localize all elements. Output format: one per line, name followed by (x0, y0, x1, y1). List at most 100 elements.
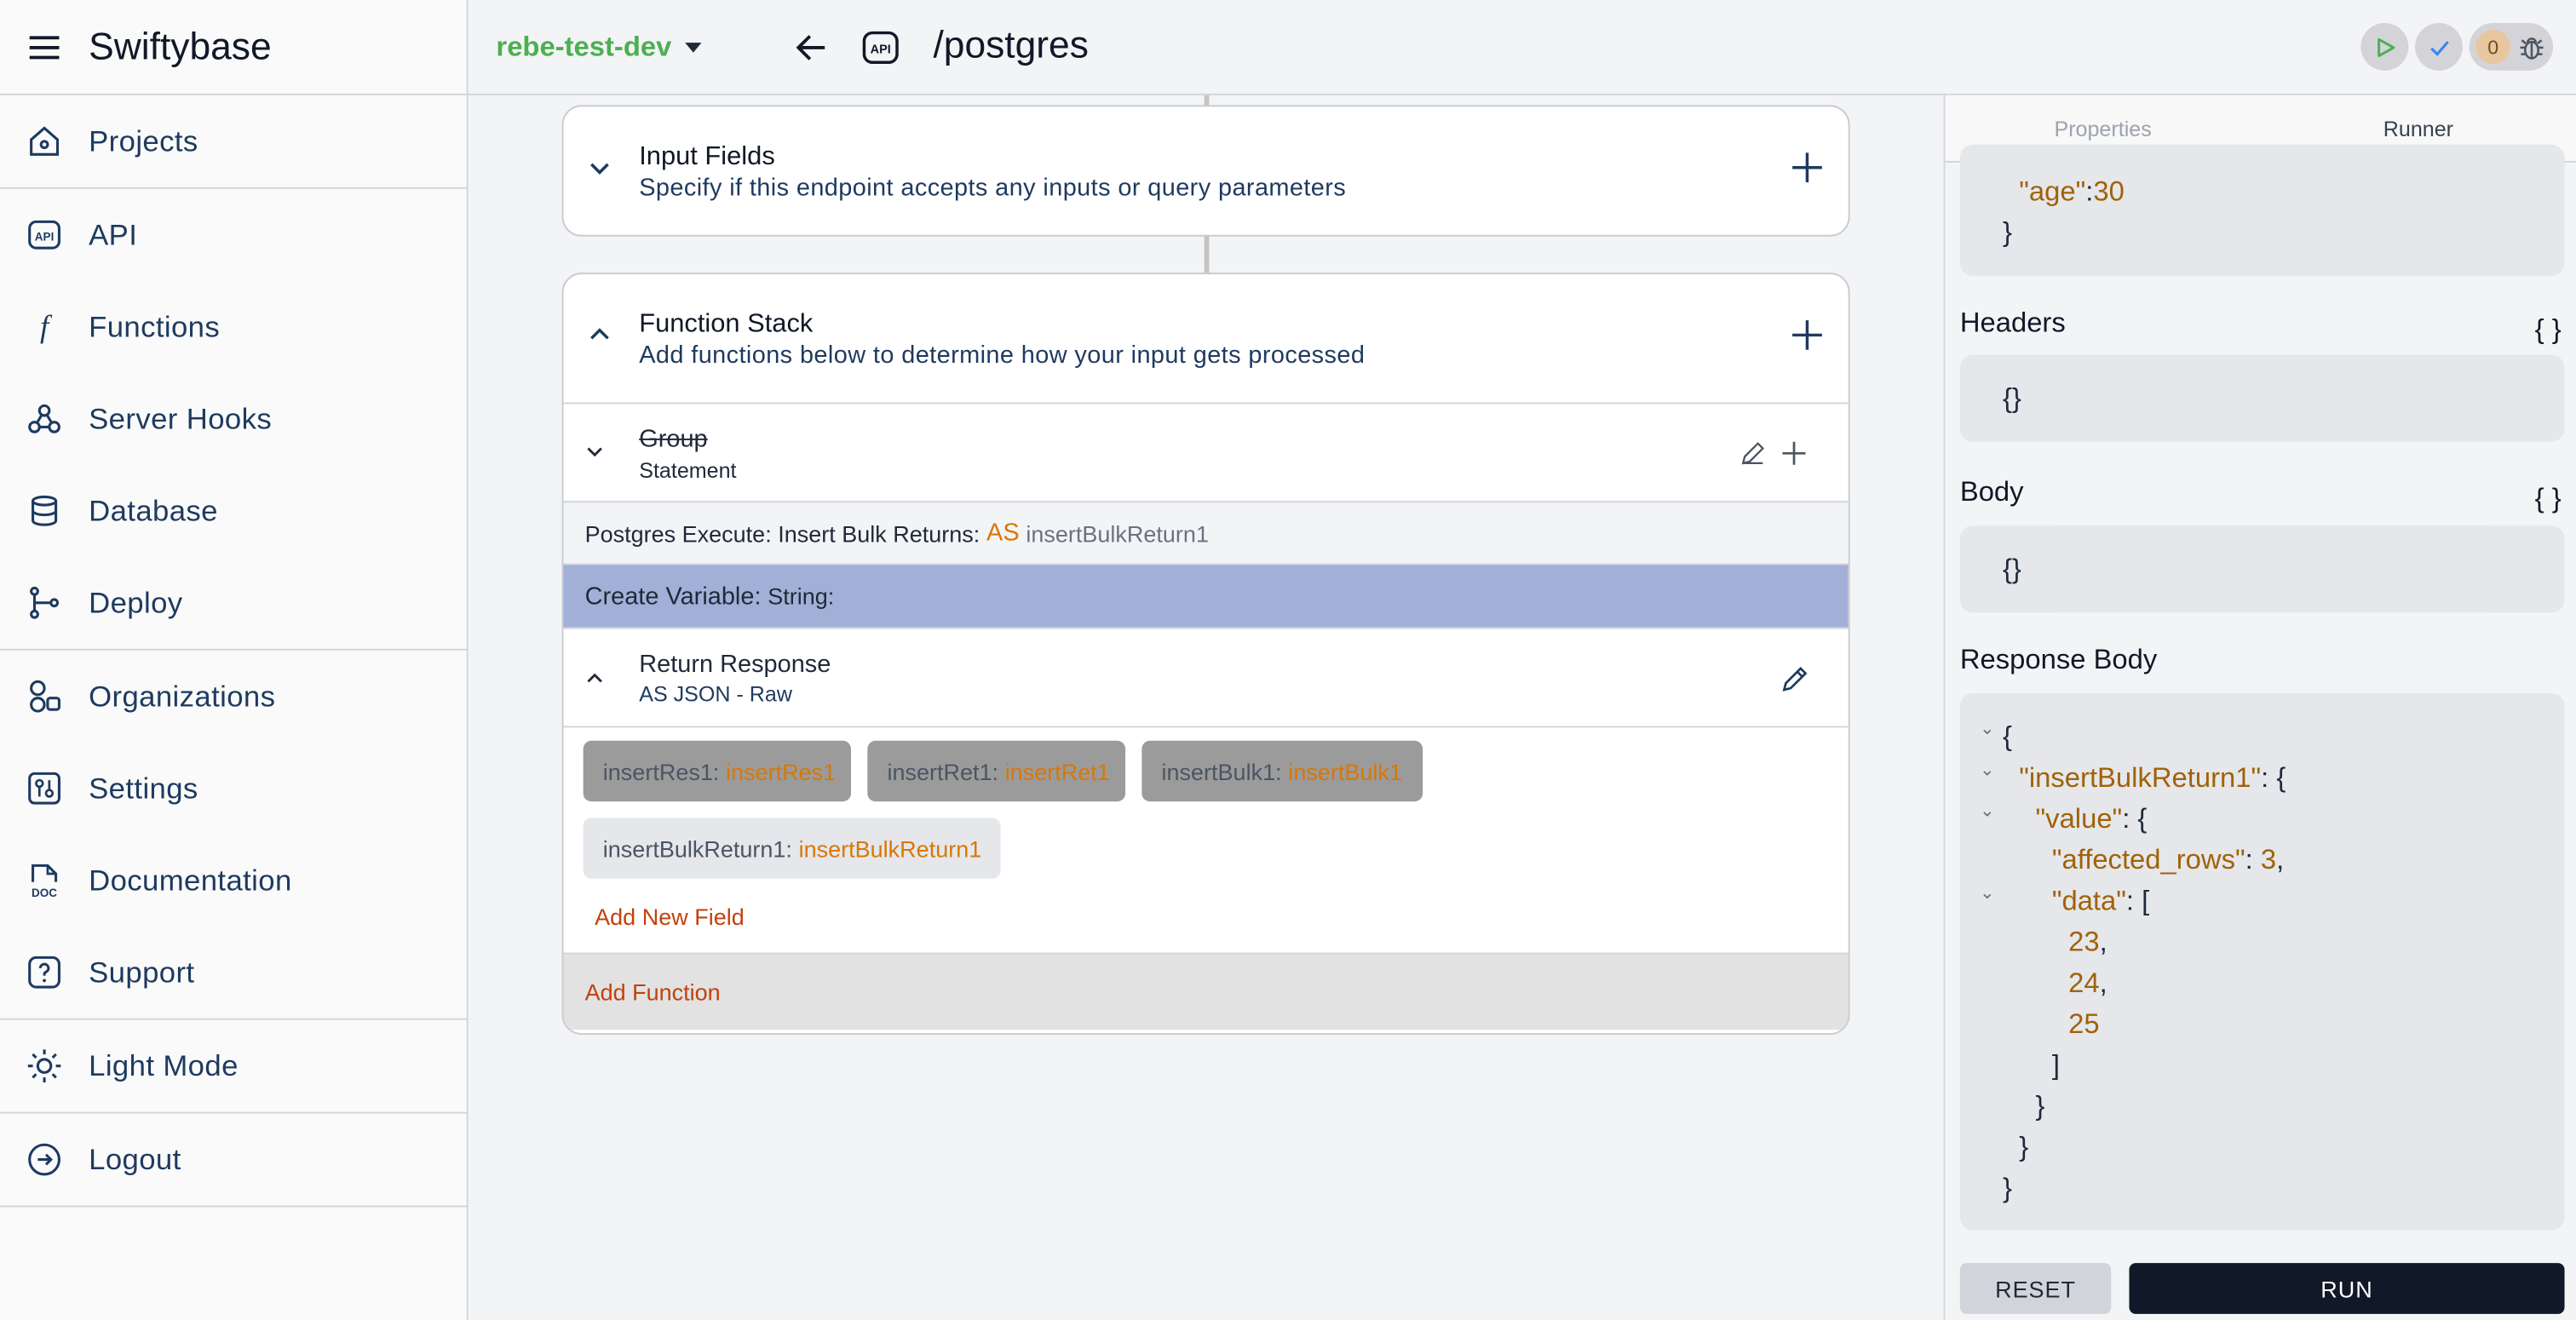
nav-group-account: Organizations Settings DOC Documentation… (0, 651, 467, 1020)
json-value: 30 (2093, 175, 2125, 208)
sidebar-item-support[interactable]: Support (0, 927, 467, 1019)
add-new-field-link[interactable]: Add New Field (595, 904, 745, 930)
chevron-down-icon[interactable] (584, 440, 607, 463)
sidebar-item-label: Support (89, 955, 195, 989)
sidebar-item-logout[interactable]: Logout (0, 1114, 467, 1206)
chevron-up-icon[interactable] (584, 667, 607, 690)
headers-input[interactable]: {} (1959, 354, 2565, 442)
sidebar-item-settings[interactable]: Settings (0, 743, 467, 835)
json-brace: } (2019, 1131, 2029, 1163)
field-key: insertRes1: (602, 758, 720, 784)
input-json-line: "age":30 (2019, 175, 2125, 208)
collapse-toggle-icon[interactable]: ⌄ (1980, 759, 1995, 780)
headers-format-toggle[interactable]: { } (2535, 313, 2562, 347)
pencil-icon[interactable] (1739, 440, 1766, 467)
organizations-icon (30, 680, 60, 713)
response-field-chip[interactable]: insertRet1: insertRet1 (867, 740, 1126, 802)
sidebar-item-label: Database (89, 493, 218, 527)
field-value: insertRes1 (726, 758, 837, 784)
help-icon (28, 956, 60, 989)
body-format-toggle[interactable]: { } (2535, 483, 2562, 516)
json-array-item: 23, (2068, 926, 2107, 958)
chevron-down-icon[interactable] (587, 154, 613, 181)
card-title: Input Fields (639, 142, 775, 171)
svg-text:API: API (871, 43, 891, 57)
postgres-execute-row[interactable]: Postgres Execute: Insert Bulk Returns: A… (563, 501, 1849, 564)
reset-button[interactable]: RESET (1959, 1263, 2112, 1314)
collapse-toggle-icon[interactable]: ⌄ (1980, 718, 1995, 739)
sidebar-item-api[interactable]: API API (0, 189, 467, 281)
project-selector[interactable]: rebe-test-dev (496, 32, 702, 65)
response-body-title: Response Body (1959, 644, 2158, 675)
debug-button[interactable]: 0 (2469, 23, 2554, 71)
function-stack-card: Function Stack Add functions below to de… (561, 273, 1850, 1036)
run-request-button[interactable]: RUN (2129, 1263, 2565, 1314)
sidebar-item-functions[interactable]: f Functions (0, 281, 467, 373)
input-fields-header[interactable]: Input Fields Specify if this endpoint ac… (564, 106, 1849, 234)
add-input-plus-icon[interactable] (1789, 150, 1825, 186)
bug-icon (2520, 37, 2544, 59)
sidebar-item-label: Documentation (89, 863, 292, 897)
function-label: Create Variable: (584, 582, 762, 611)
json-line: "affected_rows": 3, (2051, 844, 2285, 875)
json-brace: } (2002, 216, 2012, 249)
run-button[interactable] (2360, 23, 2409, 71)
json-key: "affected_rows" (2051, 844, 2245, 875)
response-field-chip[interactable]: insertBulk1: insertBulk1 (1141, 740, 1423, 802)
sidebar: Swiftybase Projects API API f Functions … (0, 0, 469, 1320)
collapse-toggle-icon[interactable]: ⌄ (1980, 800, 1995, 821)
sidebar-item-label: Light Mode (89, 1048, 239, 1082)
json-brace: { (2002, 720, 2012, 753)
sidebar-item-deploy[interactable]: Deploy (0, 557, 467, 649)
function-icon: f (40, 309, 53, 344)
documentation-icon: DOC (32, 864, 57, 898)
plus-icon[interactable] (1780, 439, 1809, 468)
publish-button[interactable] (2415, 23, 2463, 71)
sidebar-item-projects[interactable]: Projects (0, 95, 467, 187)
webhook-icon (28, 404, 60, 433)
response-field-chip[interactable]: insertBulkReturn1: insertBulkReturn1 (583, 818, 1001, 879)
sidebar-item-server-hooks[interactable]: Server Hooks (0, 373, 467, 465)
group-statement-row[interactable]: Group Statement (563, 402, 1849, 502)
sidebar-item-label: Projects (89, 123, 198, 158)
play-icon (2377, 37, 2395, 57)
json-value: 23 (2068, 926, 2100, 958)
body-value: {} (2002, 553, 2021, 585)
create-variable-row[interactable]: Create Variable: String: (563, 563, 1849, 628)
hamburger-menu-icon[interactable] (26, 29, 62, 65)
body-title: Body (1959, 476, 2024, 508)
field-key: insertBulkReturn1: (602, 835, 792, 862)
toolbar-actions: 0 (2360, 23, 2554, 71)
deploy-icon (30, 586, 60, 619)
sidebar-item-organizations[interactable]: Organizations (0, 651, 467, 743)
pencil-icon[interactable] (1781, 665, 1809, 693)
endpoint-route: /postgres (933, 23, 1089, 66)
function-stack-header[interactable]: Function Stack Add functions below to de… (564, 274, 1849, 402)
response-field-chip[interactable]: insertRes1: insertRes1 (583, 740, 852, 802)
group-subtitle: Statement (639, 458, 737, 484)
json-array-item: 25 (2068, 1008, 2099, 1042)
sidebar-item-label: Server Hooks (89, 401, 273, 435)
input-json-box[interactable]: "age":30 } (1959, 144, 2565, 277)
response-fields: insertRes1: insertRes1 insertRet1: insertR… (563, 726, 1849, 952)
json-brace: ] (2051, 1049, 2060, 1082)
sidebar-item-database[interactable]: Database (0, 465, 467, 557)
chevron-up-icon[interactable] (587, 322, 613, 348)
check-icon (2429, 40, 2448, 55)
add-function-button[interactable]: Add Function (563, 952, 1849, 1030)
nav-group-projects: Projects (0, 95, 467, 189)
json-brace: } (2002, 1173, 2012, 1204)
json-value: 25 (2068, 1008, 2100, 1040)
json-array-item: 24, (2068, 967, 2107, 999)
svg-text:DOC: DOC (32, 887, 57, 898)
return-response-row[interactable]: Return Response AS JSON - Raw (563, 627, 1849, 726)
back-arrow-icon[interactable] (794, 30, 830, 66)
add-function-plus-icon[interactable] (1789, 317, 1825, 353)
sidebar-item-documentation[interactable]: DOC Documentation (0, 835, 467, 927)
field-value: insertBulkReturn1 (798, 835, 982, 862)
top-bar: rebe-test-dev API /postgres 0 (468, 0, 2576, 95)
collapse-toggle-icon[interactable]: ⌄ (1980, 882, 1995, 904)
body-input[interactable]: {} (1959, 525, 2565, 613)
sidebar-item-light-mode[interactable]: Light Mode (0, 1020, 467, 1112)
sidebar-item-label: Deploy (89, 585, 183, 619)
